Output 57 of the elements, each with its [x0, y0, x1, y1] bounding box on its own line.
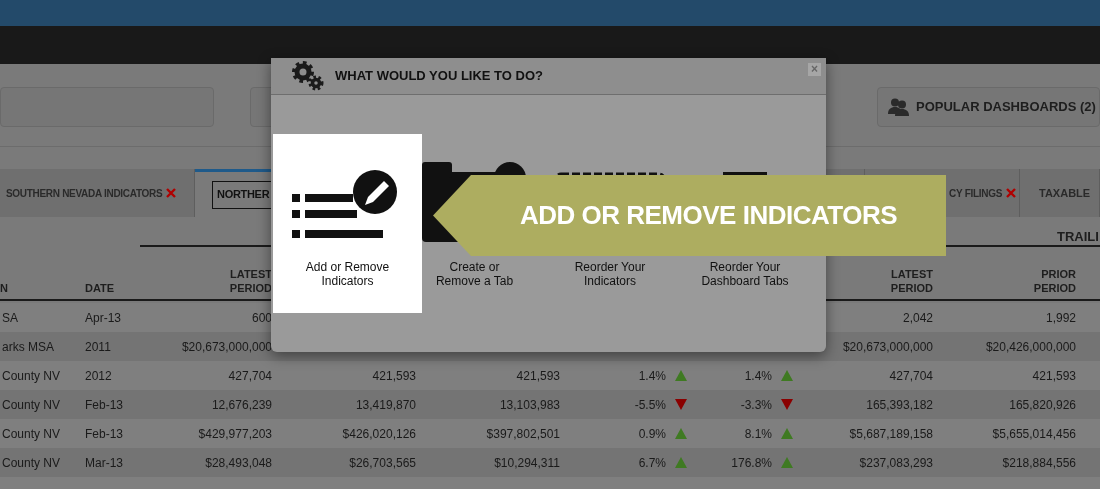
tab-label: SOUTHERN NEVADA INDICATORS: [6, 186, 163, 201]
table-cell: 13,103,983: [499, 397, 560, 412]
table-cell: -5.5%: [634, 397, 666, 412]
table-cell: $5,655,014,456: [992, 426, 1076, 441]
column-header: LATEST PERIOD: [890, 267, 933, 295]
group-header: TRAILI: [1057, 228, 1099, 246]
table-cell: $28,493,048: [205, 455, 272, 470]
table-cell: 2012: [85, 368, 112, 383]
table-cell: 427,704: [228, 368, 272, 383]
table-cell: 421,593: [372, 368, 416, 383]
table-cell: Feb-13: [85, 397, 124, 412]
table-cell: $10,294,311: [494, 455, 560, 470]
table-cell: 8.1%: [744, 426, 772, 441]
table-cell: $426,020,126: [342, 426, 416, 441]
table-cell: 421,593: [516, 368, 560, 383]
table-cell: 1,992: [1045, 310, 1076, 325]
table-cell: $20,426,000,000: [985, 339, 1076, 354]
table-cell: 1.4%: [638, 368, 666, 383]
table-cell: -3.3%: [740, 397, 772, 412]
table-cell: $237,083,293: [859, 455, 933, 470]
table-cell: arks MSA: [2, 339, 54, 354]
table-cell: Apr-13: [85, 310, 122, 325]
table-cell: Feb-13: [85, 426, 124, 441]
table-cell: 421,593: [1032, 368, 1076, 383]
table-cell: 600: [251, 310, 272, 325]
table-cell: County NV: [2, 368, 61, 383]
table-cell: 176.8%: [731, 455, 772, 470]
table-cell: $218,884,556: [1002, 455, 1076, 470]
table-cell: 427,704: [889, 368, 933, 383]
table-cell: $20,673,000,000: [181, 339, 272, 354]
table-cell: 165,820,926: [1009, 397, 1076, 412]
table-cell: $26,703,565: [349, 455, 416, 470]
table-cell: 12,676,239: [211, 397, 272, 412]
callout-text: ADD OR REMOVE INDICATORS: [519, 199, 898, 232]
tab-label: CY FILINGS: [949, 186, 1002, 201]
table-cell: $5,687,189,158: [849, 426, 933, 441]
column-header: DATE: [85, 281, 115, 295]
table-cell: 1.4%: [744, 368, 772, 383]
table-cell: County NV: [2, 397, 61, 412]
table-cell: County NV: [2, 426, 61, 441]
table-cell: SA: [2, 310, 18, 325]
table-cell: 0.9%: [638, 426, 666, 441]
table-cell: 165,393,182: [866, 397, 933, 412]
table-cell: $20,673,000,000: [842, 339, 933, 354]
table-cell: 6.7%: [638, 455, 666, 470]
tab-label: TAXABLE: [1039, 185, 1091, 201]
table-cell: 2,042: [902, 310, 933, 325]
table-cell: 2011: [85, 339, 111, 354]
column-header: LATEST PERIOD: [229, 267, 272, 295]
dialog-title: WHAT WOULD YOU LIKE TO DO?: [335, 67, 543, 86]
table-cell: 13,419,870: [355, 397, 416, 412]
table-cell: $397,802,501: [486, 426, 560, 441]
table-cell: Mar-13: [85, 455, 123, 470]
table-cell: $429,977,203: [198, 426, 272, 441]
table-cell: County NV: [2, 455, 61, 470]
column-header: PRIOR PERIOD: [1033, 267, 1076, 295]
column-header: N: [0, 281, 8, 295]
